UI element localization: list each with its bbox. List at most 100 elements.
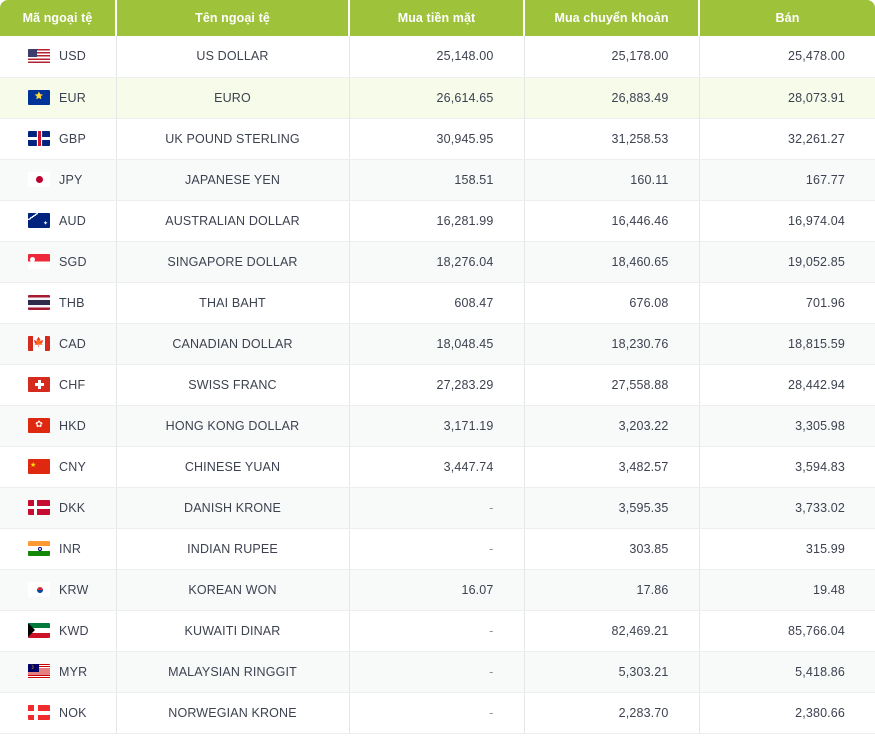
cell-buy-cash: 3,447.74 xyxy=(349,446,524,487)
flag-ch-icon xyxy=(28,377,50,392)
cell-buy-cash: 608.47 xyxy=(349,282,524,323)
cell-sell: 28,073.91 xyxy=(699,77,875,118)
flag-gb-icon xyxy=(28,131,50,146)
currency-code-label: CNY xyxy=(59,460,86,474)
table-row[interactable]: CADCANADIAN DOLLAR18,048.4518,230.7618,8… xyxy=(0,323,875,364)
table-row[interactable]: CHFSWISS FRANC27,283.2927,558.8828,442.9… xyxy=(0,364,875,405)
cell-buy-transfer: 31,258.53 xyxy=(524,118,699,159)
cell-currency-name: AUSTRALIAN DOLLAR xyxy=(116,200,349,241)
cell-sell: 19.48 xyxy=(699,569,875,610)
cell-sell: 19,052.85 xyxy=(699,241,875,282)
cell-currency-code: SGD xyxy=(0,241,116,282)
cell-buy-transfer: 3,203.22 xyxy=(524,405,699,446)
column-header-currency-code[interactable]: Mã ngoại tệ xyxy=(0,0,116,36)
table-row[interactable]: EUREURO26,614.6526,883.4928,073.91 xyxy=(0,77,875,118)
cell-currency-name: US DOLLAR xyxy=(116,36,349,77)
table-row[interactable]: INRINDIAN RUPEE-303.85315.99 xyxy=(0,528,875,569)
cell-currency-code: NOK xyxy=(0,692,116,733)
cell-currency-code: INR xyxy=(0,528,116,569)
cell-currency-code: CAD xyxy=(0,323,116,364)
currency-code-label: THB xyxy=(59,296,85,310)
table-body: USDUS DOLLAR25,148.0025,178.0025,478.00E… xyxy=(0,36,875,733)
cell-buy-transfer: 25,178.00 xyxy=(524,36,699,77)
table-row[interactable]: NOKNORWEGIAN KRONE-2,283.702,380.66 xyxy=(0,692,875,733)
table-row[interactable]: GBPUK POUND STERLING30,945.9531,258.5332… xyxy=(0,118,875,159)
cell-currency-code: HKD xyxy=(0,405,116,446)
cell-buy-transfer: 303.85 xyxy=(524,528,699,569)
cell-currency-name: KOREAN WON xyxy=(116,569,349,610)
currency-code-label: EUR xyxy=(59,91,86,105)
column-header-buy-cash[interactable]: Mua tiền mặt xyxy=(349,0,524,36)
currency-code-label: HKD xyxy=(59,419,86,433)
currency-code-label: NOK xyxy=(59,706,87,720)
cell-currency-name: HONG KONG DOLLAR xyxy=(116,405,349,446)
currency-code-label: MYR xyxy=(59,665,87,679)
flag-th-icon xyxy=(28,295,50,310)
cell-sell: 3,594.83 xyxy=(699,446,875,487)
flag-no-icon xyxy=(28,705,50,720)
cell-currency-code: GBP xyxy=(0,118,116,159)
table-row[interactable]: USDUS DOLLAR25,148.0025,178.0025,478.00 xyxy=(0,36,875,77)
cell-currency-code: JPY xyxy=(0,159,116,200)
cell-buy-cash: 158.51 xyxy=(349,159,524,200)
cell-currency-code: USD xyxy=(0,36,116,77)
table-row[interactable]: AUDAUSTRALIAN DOLLAR16,281.9916,446.4616… xyxy=(0,200,875,241)
cell-currency-name: CANADIAN DOLLAR xyxy=(116,323,349,364)
cell-sell: 32,261.27 xyxy=(699,118,875,159)
cell-buy-transfer: 26,883.49 xyxy=(524,77,699,118)
flag-cn-icon xyxy=(28,459,50,474)
cell-buy-cash: 16.07 xyxy=(349,569,524,610)
cell-sell: 18,815.59 xyxy=(699,323,875,364)
cell-buy-transfer: 16,446.46 xyxy=(524,200,699,241)
table-row[interactable]: THBTHAI BAHT608.47676.08701.96 xyxy=(0,282,875,323)
cell-buy-cash: - xyxy=(349,487,524,528)
currency-code-label: KRW xyxy=(59,583,89,597)
table-row[interactable]: MYRMALAYSIAN RINGGIT-5,303.215,418.86 xyxy=(0,651,875,692)
table-row[interactable]: DKKDANISH KRONE-3,595.353,733.02 xyxy=(0,487,875,528)
cell-buy-cash: 18,048.45 xyxy=(349,323,524,364)
flag-ca-icon xyxy=(28,336,50,351)
cell-currency-name: SINGAPORE DOLLAR xyxy=(116,241,349,282)
table-row[interactable]: HKD HONG KONG DOLLAR3,171.193,203.223,305… xyxy=(0,405,875,446)
cell-currency-code: AUD xyxy=(0,200,116,241)
table-row[interactable]: SGDSINGAPORE DOLLAR18,276.0418,460.6519,… xyxy=(0,241,875,282)
cell-buy-cash: 30,945.95 xyxy=(349,118,524,159)
cell-sell: 2,380.66 xyxy=(699,692,875,733)
cell-buy-cash: 3,171.19 xyxy=(349,405,524,446)
cell-sell: 16,974.04 xyxy=(699,200,875,241)
currency-code-label: JPY xyxy=(59,173,83,187)
table-header: Mã ngoại tệ Tên ngoại tệ Mua tiền mặt Mu… xyxy=(0,0,875,36)
flag-dk-icon xyxy=(28,500,50,515)
cell-sell: 701.96 xyxy=(699,282,875,323)
column-header-buy-transfer[interactable]: Mua chuyển khoản xyxy=(524,0,699,36)
cell-currency-code: EUR xyxy=(0,77,116,118)
table-row[interactable]: CNYCHINESE YUAN3,447.743,482.573,594.83 xyxy=(0,446,875,487)
cell-buy-cash: 27,283.29 xyxy=(349,364,524,405)
cell-currency-code: MYR xyxy=(0,651,116,692)
table-row[interactable]: JPYJAPANESE YEN158.51160.11167.77 xyxy=(0,159,875,200)
table-row[interactable]: KWDKUWAITI DINAR-82,469.2185,766.04 xyxy=(0,610,875,651)
flag-in-icon xyxy=(28,541,50,556)
table-row[interactable]: KRW KOREAN WON16.0717.8619.48 xyxy=(0,569,875,610)
cell-currency-code: CHF xyxy=(0,364,116,405)
column-header-currency-name[interactable]: Tên ngoại tệ xyxy=(116,0,349,36)
cell-buy-transfer: 676.08 xyxy=(524,282,699,323)
currency-code-label: USD xyxy=(59,49,86,63)
flag-my-icon xyxy=(28,664,50,679)
cell-buy-cash: 25,148.00 xyxy=(349,36,524,77)
column-header-sell[interactable]: Bán xyxy=(699,0,875,36)
cell-currency-name: UK POUND STERLING xyxy=(116,118,349,159)
cell-buy-transfer: 17.86 xyxy=(524,569,699,610)
cell-currency-code: KWD xyxy=(0,610,116,651)
currency-code-label: KWD xyxy=(59,624,89,638)
cell-buy-cash: - xyxy=(349,651,524,692)
cell-currency-name: MALAYSIAN RINGGIT xyxy=(116,651,349,692)
cell-sell: 315.99 xyxy=(699,528,875,569)
flag-kw-icon xyxy=(28,623,50,638)
cell-buy-transfer: 160.11 xyxy=(524,159,699,200)
cell-currency-name: EURO xyxy=(116,77,349,118)
cell-buy-cash: 16,281.99 xyxy=(349,200,524,241)
cell-sell: 3,305.98 xyxy=(699,405,875,446)
flag-kr-icon xyxy=(28,582,50,597)
cell-buy-transfer: 5,303.21 xyxy=(524,651,699,692)
